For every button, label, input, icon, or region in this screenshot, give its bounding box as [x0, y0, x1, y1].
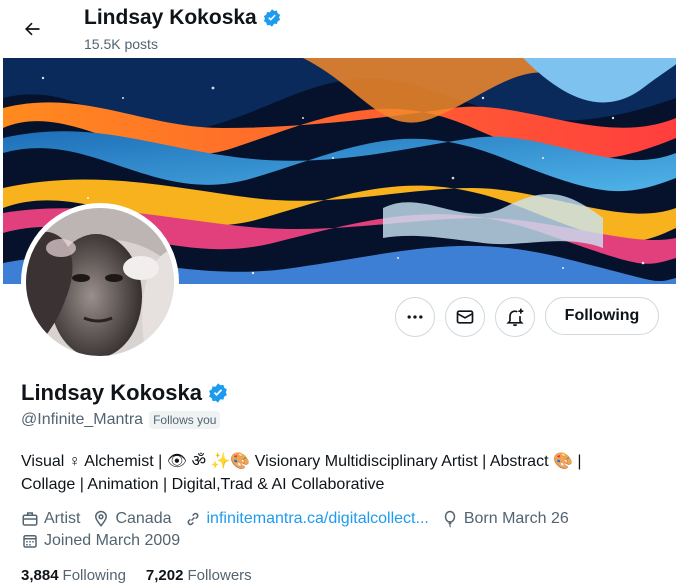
verified-badge-icon[interactable] — [207, 382, 229, 404]
handle-row: @Infinite_Mantra Follows you — [21, 411, 221, 429]
bio-line: Collage | Animation | Digital,Trad & AI … — [21, 476, 385, 493]
category-item: Artist — [21, 510, 80, 528]
following-count: 3,884 — [21, 567, 59, 584]
following-button[interactable]: Following — [545, 297, 659, 335]
bell-plus-icon — [506, 308, 524, 327]
location-pin-icon — [95, 510, 108, 527]
joined-text: Joined March 2009 — [44, 532, 181, 549]
calendar-icon — [23, 535, 37, 548]
message-button[interactable] — [445, 297, 485, 337]
birthday-item: Born March 26 — [441, 510, 569, 528]
profile-meta-joined: Joined March 2009 — [21, 532, 192, 550]
verified-badge-icon[interactable] — [262, 8, 282, 28]
post-count: 15.5K posts — [84, 36, 158, 52]
following-label: Following — [62, 567, 126, 584]
top-bar: Lindsay Kokoska 15.5K posts — [0, 0, 676, 58]
category-text: Artist — [44, 510, 81, 527]
following-count-link[interactable]: 3,884 Following — [21, 567, 126, 584]
birthday-text: Born March 26 — [463, 510, 569, 527]
more-dots-icon — [407, 315, 423, 319]
briefcase-icon — [22, 512, 38, 526]
header-name: Lindsay Kokoska — [84, 6, 257, 29]
notifications-button[interactable] — [495, 297, 535, 337]
profile-avatar[interactable] — [21, 203, 179, 361]
link-icon — [187, 512, 198, 526]
follow-counts: 3,884 Following 7,202 Followers — [21, 567, 272, 584]
envelope-icon — [456, 310, 474, 324]
bio-line: Visual ♀ Alchemist | 👁 ॐ ✨🎨 Visionary Mu… — [21, 453, 582, 470]
profile-meta: Artist Canada infinitemantra.ca/digitalc… — [21, 510, 581, 528]
location-text: Canada — [115, 510, 172, 527]
arrow-left-icon — [25, 22, 40, 36]
followers-count-link[interactable]: 7,202 Followers — [146, 567, 252, 584]
followers-label: Followers — [187, 567, 252, 584]
followers-count: 7,202 — [145, 567, 184, 584]
profile-name-text: Lindsay Kokoska — [21, 380, 202, 405]
profile-bio: Visual ♀ Alchemist | 👁 ॐ ✨🎨 Visionary Mu… — [21, 450, 651, 496]
website-link[interactable]: infinitemantra.ca/digitalcollect... — [207, 510, 429, 528]
website-item[interactable]: infinitemantra.ca/digitalcollect... — [184, 510, 429, 528]
avatar-photo — [26, 208, 174, 356]
location-item: Canada — [92, 510, 172, 528]
joined-item: Joined March 2009 — [21, 532, 180, 550]
header-title: Lindsay Kokoska — [84, 6, 282, 30]
balloon-icon — [444, 510, 456, 528]
follows-you-badge: Follows you — [149, 411, 221, 429]
profile-handle: @Infinite_Mantra — [21, 411, 144, 428]
more-options-button[interactable] — [395, 297, 435, 337]
profile-name: Lindsay Kokoska — [21, 380, 229, 406]
back-button[interactable] — [14, 11, 50, 47]
